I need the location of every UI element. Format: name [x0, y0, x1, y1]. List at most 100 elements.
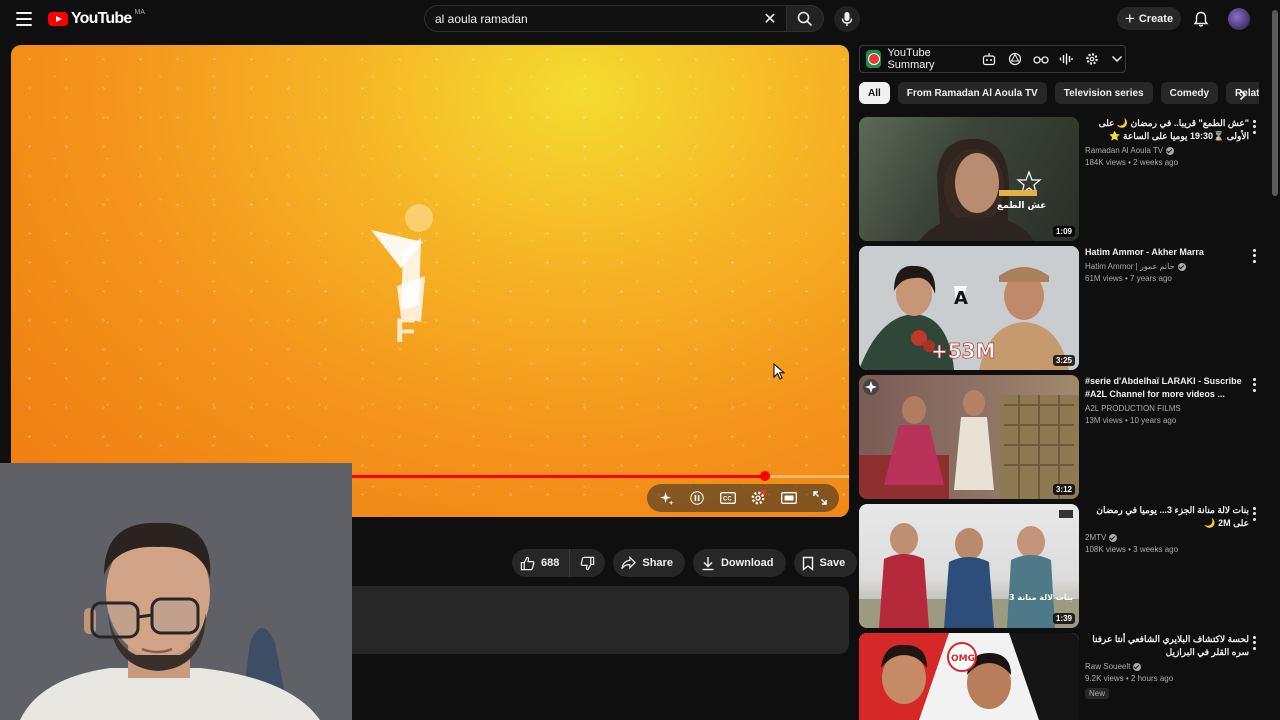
fullscreen-icon: [812, 491, 827, 505]
channel-name[interactable]: Ramadan Al Aoula TV: [1085, 146, 1163, 155]
like-button[interactable]: 688: [512, 549, 571, 577]
video-info: Hatim Ammor - Akher Marra Hatim Ammor | …: [1085, 246, 1249, 283]
extension-settings-button[interactable]: [1084, 50, 1099, 68]
svg-text:A: A: [954, 288, 968, 309]
recommended-video[interactable]: 3:12 #serie d'Abdelhaï LARAKI - Suscribe…: [859, 375, 1269, 499]
transcript-button[interactable]: [982, 50, 997, 68]
channel-name-row: Ramadan Al Aoula TV: [1085, 146, 1249, 155]
chevron-down-icon: [1112, 55, 1123, 63]
video-meta: 13M views • 10 years ago: [1085, 416, 1177, 425]
channel-name-row: Raw Soueelt: [1085, 662, 1249, 671]
search-query-text[interactable]: al aoula ramadan: [435, 12, 758, 26]
player-logo-letter: F: [395, 312, 416, 350]
like-dislike-group: 688: [512, 549, 606, 577]
description-box[interactable]: [352, 586, 849, 654]
video-meta: 61M views • 7 years ago: [1085, 274, 1172, 283]
verified-icon: [1109, 533, 1118, 542]
ai-sparkle-button[interactable]: [653, 487, 679, 509]
video-actions: 688 Share Download Save: [512, 549, 894, 577]
share-button[interactable]: Share: [613, 549, 685, 577]
expand-extension-button[interactable]: [1110, 50, 1125, 68]
channel-name-row: 2MTV: [1085, 533, 1249, 542]
video-title[interactable]: "عش الطمع" قريبا.. في رمضان 🌙 على الأولى…: [1085, 117, 1249, 143]
verified-icon: [1166, 146, 1175, 155]
video-title[interactable]: لحسة لاكتشاف البلايري الشافعي أنتا عرفنا…: [1085, 633, 1249, 659]
masthead: YouTube MA al aoula ramadan ✕ + Create: [0, 0, 1280, 38]
recommended-video[interactable]: A +53M 3:25 Hatim Ammor - Akher Marra Ha…: [859, 246, 1269, 370]
logo-country-code: MA: [134, 8, 145, 16]
video-menu-icon[interactable]: [1249, 377, 1259, 393]
video-player[interactable]: F CC: [11, 45, 849, 517]
pause-button[interactable]: [684, 487, 710, 509]
create-label: Create: [1138, 12, 1174, 25]
robot-icon: [983, 53, 996, 66]
video-title[interactable]: #serie d'Abdelhaï LARAKI - Suscribe #A2L…: [1085, 375, 1249, 401]
video-info: "عش الطمع" قريبا.. في رمضان 🌙 على الأولى…: [1085, 117, 1249, 167]
openai-icon: [1008, 52, 1021, 66]
extension-title[interactable]: YouTube Summary: [887, 47, 967, 71]
player-controls: CC: [647, 484, 839, 512]
theater-mode-button[interactable]: [776, 487, 802, 509]
create-button[interactable]: + Create: [1117, 7, 1181, 30]
video-thumbnail[interactable]: OMG: [859, 633, 1079, 720]
video-title[interactable]: بنات لالة منانة الجزء 3... يوميا في رمضا…: [1085, 504, 1249, 530]
search-button[interactable]: [786, 5, 824, 32]
verified-icon: [1133, 662, 1142, 671]
chips-next-button[interactable]: [1234, 86, 1252, 104]
video-meta: 108K views • 3 weeks ago: [1085, 545, 1179, 554]
channel-logo-animation: F: [371, 204, 433, 350]
reading-mode-button[interactable]: [1032, 50, 1049, 68]
clear-search-icon[interactable]: ✕: [758, 7, 782, 31]
thumbnail-caption: بنات لالة منانة 3: [1009, 593, 1073, 602]
channel-name[interactable]: Hatim Ammor | حاتم عمور: [1085, 262, 1175, 271]
video-info: #serie d'Abdelhaï LARAKI - Suscribe #A2L…: [1085, 375, 1249, 425]
video-menu-icon[interactable]: [1249, 119, 1259, 135]
subtitles-button[interactable]: CC: [715, 487, 741, 509]
video-meta: 184K views • 2 weeks ago: [1085, 158, 1179, 167]
microphone-icon: [841, 12, 853, 26]
fullscreen-button[interactable]: [807, 487, 833, 509]
chip-all[interactable]: All: [859, 82, 890, 104]
video-duration: 3:25: [1052, 355, 1075, 366]
video-thumbnail[interactable]: A +53M 3:25: [859, 246, 1079, 370]
video-title[interactable]: Hatim Ammor - Akher Marra: [1085, 246, 1249, 259]
share-icon: [621, 556, 637, 570]
video-menu-icon[interactable]: [1249, 248, 1259, 264]
chip-television-series[interactable]: Television series: [1054, 82, 1153, 104]
verified-icon: [1177, 262, 1186, 271]
search-input[interactable]: al aoula ramadan ✕: [424, 5, 786, 32]
svg-text:CC: CC: [723, 497, 732, 503]
audio-button[interactable]: [1059, 50, 1074, 68]
notifications-button[interactable]: [1190, 8, 1212, 30]
download-button[interactable]: Download: [692, 549, 786, 577]
youtube-summary-logo: [866, 50, 882, 68]
youtube-logo[interactable]: YouTube MA: [48, 8, 145, 28]
recommended-video[interactable]: بنات لالة منانة 3 1:39 بنات لالة منانة ا…: [859, 504, 1269, 628]
channel-name[interactable]: A2L PRODUCTION FILMS: [1085, 404, 1181, 413]
video-thumbnail[interactable]: بنات لالة منانة 3 1:39: [859, 504, 1079, 628]
video-thumbnail[interactable]: 3:12: [859, 375, 1079, 499]
recommended-video[interactable]: OMG لحسة لاكتشاف البلايري الشافعي أنتا ع…: [859, 633, 1269, 720]
video-menu-icon[interactable]: [1249, 635, 1259, 651]
page-scrollbar[interactable]: [1272, 10, 1278, 196]
account-avatar[interactable]: [1228, 8, 1250, 30]
menu-icon[interactable]: [16, 12, 32, 26]
dislike-button[interactable]: [570, 549, 606, 577]
video-menu-icon[interactable]: [1249, 506, 1259, 522]
chip-from-channel[interactable]: From Ramadan Al Aoula TV: [897, 82, 1047, 104]
chatgpt-button[interactable]: [1007, 50, 1022, 68]
save-label: Save: [819, 557, 846, 569]
presenter-image: [0, 463, 352, 720]
save-button[interactable]: Save: [793, 549, 858, 577]
webcam-overlay: [0, 463, 352, 720]
recommended-video[interactable]: عش الطمع 1:09 "عش الطمع" قريبا.. في رمضا…: [859, 117, 1269, 241]
channel-name[interactable]: Raw Soueelt: [1085, 662, 1130, 671]
voice-search-button[interactable]: [834, 6, 860, 32]
mouse-pointer: [773, 363, 786, 380]
channel-name[interactable]: 2MTV: [1085, 533, 1106, 542]
video-thumbnail[interactable]: عش الطمع 1:09: [859, 117, 1079, 241]
new-badge: New: [1085, 688, 1110, 699]
settings-button[interactable]: [745, 487, 771, 509]
thumbs-up-icon: [520, 556, 535, 570]
chip-comedy[interactable]: Comedy: [1160, 82, 1219, 104]
